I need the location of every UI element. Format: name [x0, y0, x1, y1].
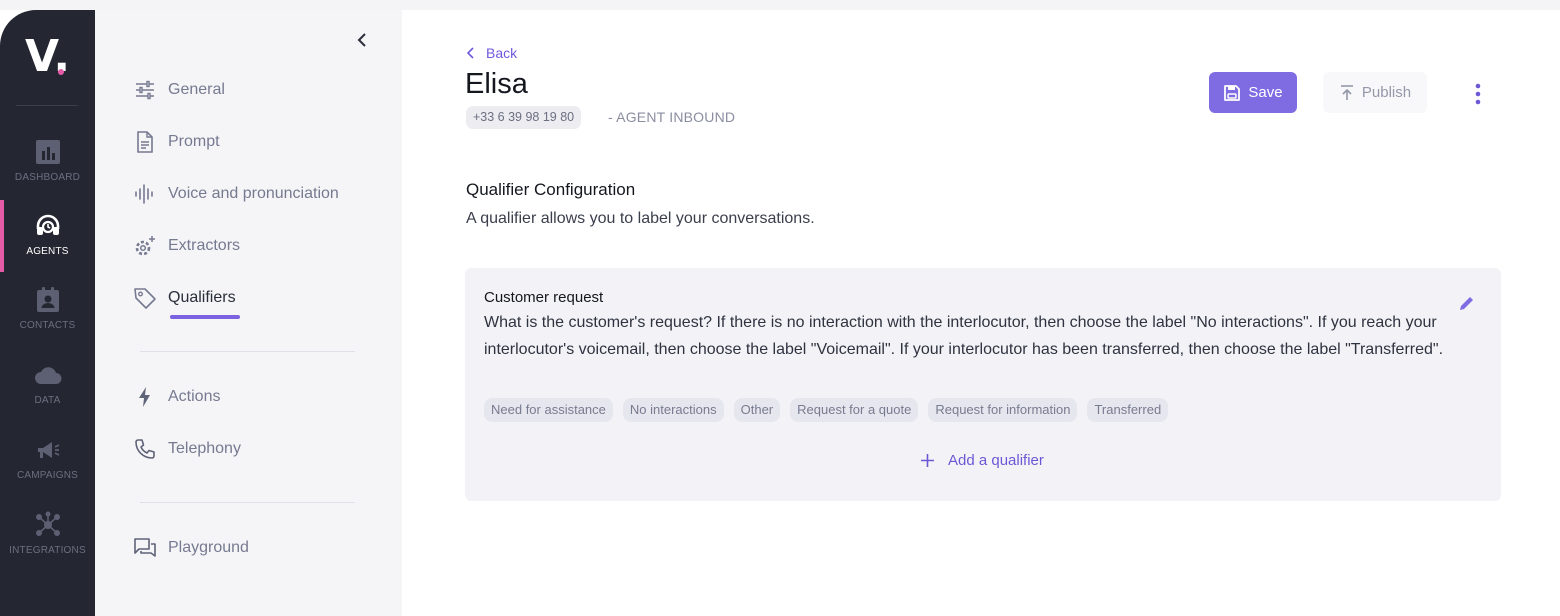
top-strip [0, 0, 1560, 10]
section-description: A qualifier allows you to label your con… [466, 210, 815, 227]
qualifier-name: Customer request [484, 289, 604, 306]
nav-contacts[interactable]: CONTACTS [0, 286, 95, 356]
back-link[interactable]: Back [466, 45, 517, 61]
upload-icon [1340, 84, 1353, 100]
nav-integrations-label: INTEGRATIONS [9, 545, 86, 556]
qualifier-description: What is the customer's request? If there… [484, 314, 1444, 358]
add-qualifier-button[interactable]: Add a qualifier [920, 452, 1044, 469]
nav-integrations[interactable]: INTEGRATIONS [0, 511, 95, 581]
nav-campaigns-label: CAMPAIGNS [16, 470, 79, 481]
agent-name-title: Elisa [465, 68, 528, 100]
more-options-icon[interactable] [1468, 80, 1488, 108]
phone-icon [133, 437, 157, 461]
nav-dashboard[interactable]: DASHBOARD [0, 138, 95, 208]
nav-contacts-label: CONTACTS [19, 320, 76, 331]
menu-item-voice-label: Voice and pronunciation [168, 185, 339, 202]
tag-icon [133, 286, 157, 310]
menu-item-playground[interactable]: Playground [133, 534, 249, 562]
save-icon [1224, 84, 1241, 101]
waveform-icon [133, 182, 157, 206]
headset-icon [36, 214, 60, 235]
app-logo[interactable]: V. [0, 32, 95, 82]
menu-item-general[interactable]: General [133, 76, 225, 104]
logo-dot [58, 69, 64, 75]
menu-item-telephony-label: Telephony [168, 440, 241, 457]
menu-item-extractors-label: Extractors [168, 237, 241, 254]
contact-card-icon [37, 287, 59, 312]
network-icon [36, 511, 60, 536]
publish-button[interactable]: Publish [1323, 72, 1427, 113]
qualifier-label-chip: Request for a quote [790, 398, 919, 422]
qualifier-label-chip: Request for information [928, 398, 1078, 422]
add-qualifier-label: Add a qualifier [948, 452, 1044, 469]
save-button[interactable]: Save [1209, 72, 1297, 113]
publish-button-label: Publish [1361, 84, 1412, 101]
bar-chart-icon [36, 140, 60, 164]
menu-item-prompt[interactable]: Prompt [133, 128, 220, 156]
qualifier-label-chip: No interactions [622, 398, 724, 422]
edit-pencil-icon[interactable] [1458, 294, 1476, 312]
save-button-label: Save [1248, 84, 1283, 101]
back-label: Back [486, 45, 518, 61]
cloud-icon [35, 367, 62, 384]
qualifier-labels: Need for assistance No interactions Othe… [484, 398, 1169, 422]
agent-type-label: - AGENT INBOUND [608, 109, 736, 125]
menu-item-extractors[interactable]: Extractors [133, 232, 240, 260]
main-navigation-rail: V. DASHBOARD AGENTS CONTACTS DATA CAMPAI… [0, 10, 95, 616]
menu-item-actions-label: Actions [168, 388, 221, 405]
menu-item-telephony[interactable]: Telephony [133, 435, 241, 463]
sliders-icon [133, 78, 157, 102]
document-icon [133, 130, 157, 154]
plus-icon [921, 454, 934, 467]
lightning-icon [133, 385, 157, 409]
qualifier-label-chip: Other [733, 398, 781, 422]
menu-item-actions[interactable]: Actions [133, 383, 220, 411]
nav-data[interactable]: DATA [0, 361, 95, 431]
chat-icon [133, 536, 157, 560]
menu-item-voice[interactable]: Voice and pronunciation [133, 180, 339, 208]
qualifier-label-chip: Transferred [1087, 398, 1169, 422]
nav-agents[interactable]: AGENTS [0, 212, 95, 282]
menu-item-qualifiers-label: Qualifiers [168, 289, 236, 306]
menu-item-qualifiers[interactable]: Qualifiers [133, 284, 236, 312]
chevron-left-icon [466, 47, 474, 59]
menu-divider [140, 502, 355, 503]
menu-item-general-label: General [168, 81, 225, 98]
menu-item-playground-label: Playground [168, 539, 249, 556]
qualifier-label-chip: Need for assistance [484, 398, 613, 422]
rail-divider [16, 105, 78, 106]
section-title: Qualifier Configuration [466, 180, 636, 199]
nav-agents-label: AGENTS [26, 246, 69, 257]
active-menu-underline [170, 315, 240, 319]
nav-data-label: DATA [34, 395, 61, 406]
megaphone-icon [38, 442, 60, 458]
gear-sparkle-icon [133, 234, 157, 258]
collapse-menu-icon[interactable] [354, 30, 370, 50]
nav-dashboard-label: DASHBOARD [14, 172, 81, 183]
phone-number-badge: +33 6 39 98 19 80 [466, 106, 582, 129]
logo-text: V. [24, 31, 71, 82]
menu-item-prompt-label: Prompt [168, 133, 220, 150]
nav-campaigns[interactable]: CAMPAIGNS [0, 436, 95, 506]
menu-divider [140, 351, 355, 352]
